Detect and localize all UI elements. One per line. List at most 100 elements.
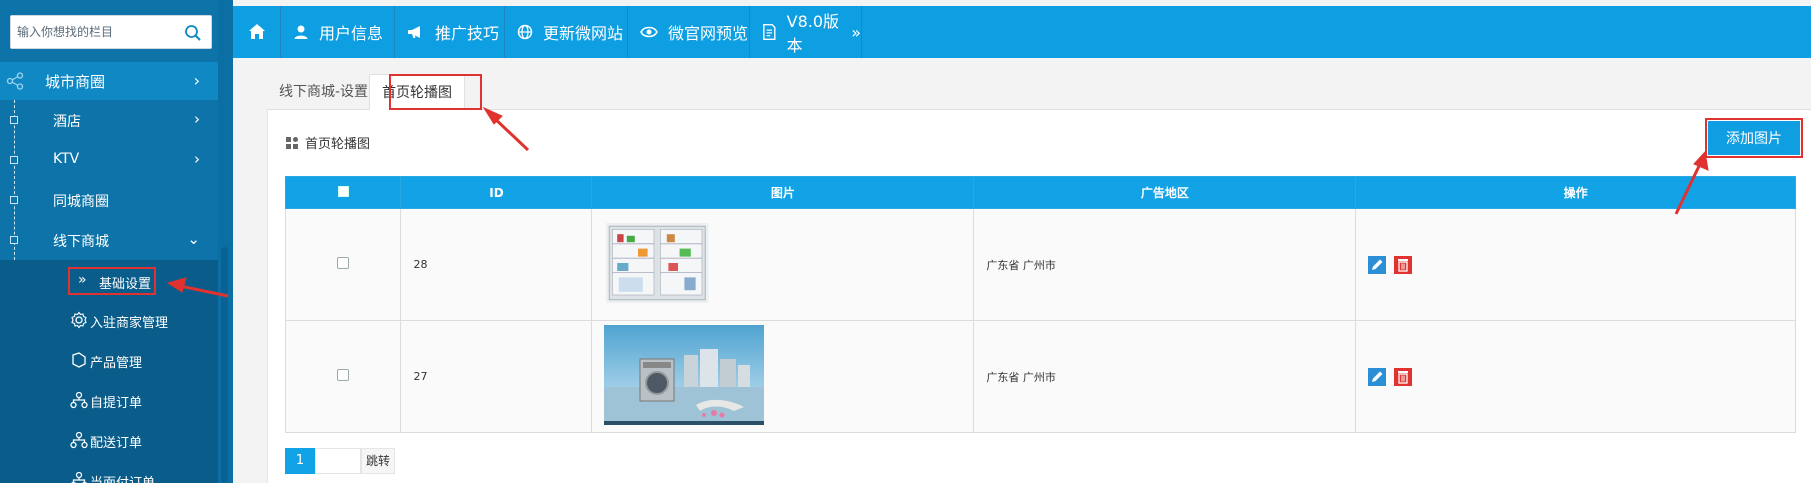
table-row: 28 广东省 广州市: [284, 208, 1796, 321]
sidebar-item-label: 当面付订单: [90, 472, 155, 483]
panel-title: 首页轮播图: [286, 133, 370, 152]
sitemap-icon: [71, 471, 87, 483]
row-image-cell: [591, 320, 975, 433]
top-navigation: 用户信息 推广技巧 更新微网站 微官网预览 V8.0版本 »: [233, 6, 1811, 58]
tree-node-icon: [10, 236, 18, 244]
trash-icon[interactable]: [1393, 367, 1412, 386]
tree-node-icon: [10, 156, 18, 164]
sidebar-item-local-business[interactable]: 同城商圈: [0, 180, 218, 220]
megaphone-icon: [408, 26, 420, 38]
row-id: 28: [400, 208, 593, 321]
row-id: 27: [400, 320, 593, 433]
sidebar-item-label: KTV: [53, 151, 80, 167]
sidebar-item-product-management[interactable]: 产品管理: [0, 340, 218, 380]
nav-label: 用户信息: [319, 24, 384, 43]
nav-promotion-tips[interactable]: 推广技巧: [395, 6, 505, 58]
double-chevron-icon: »: [851, 22, 861, 42]
search-icon[interactable]: [184, 24, 202, 42]
chevron-right-icon: ›: [194, 110, 200, 128]
tabs-bar: 线下商城-设置 首页轮播图: [267, 74, 1811, 110]
trash-icon[interactable]: [1393, 255, 1412, 274]
tag-icon: [72, 352, 86, 368]
home-icon: [248, 24, 265, 39]
double-chevron-icon: »: [78, 272, 87, 288]
add-image-button[interactable]: 添加图片: [1705, 118, 1803, 158]
row-checkbox[interactable]: [337, 369, 350, 381]
row-region: 广东省 广州市: [973, 208, 1357, 321]
nav-label: V8.0版本: [786, 12, 840, 55]
sidebar-scrollbar[interactable]: [221, 247, 228, 483]
sidebar-item-hotel[interactable]: 酒店 ›: [0, 100, 218, 140]
menu-city-business[interactable]: 城市商圈 ›: [0, 62, 218, 100]
carousel-table: ID 图片 广告地区 操作 28 广东省 广州市 27 广东省 广州市: [284, 176, 1796, 433]
sidebar-item-label: 线下商城: [53, 234, 109, 250]
column-header-image: 图片: [591, 176, 975, 209]
column-header-id: ID: [400, 176, 593, 209]
row-actions-cell: [1355, 208, 1796, 321]
page-current[interactable]: 1: [285, 448, 315, 474]
row-checkbox[interactable]: [337, 257, 350, 269]
page-jump-input[interactable]: [315, 448, 361, 474]
sidebar-item-label: 入驻商家管理: [90, 316, 169, 331]
select-all-checkbox[interactable]: [337, 185, 349, 197]
tab-highlight-box: [389, 74, 482, 110]
sitemap-icon: [70, 431, 88, 449]
tree-node-icon: [10, 116, 18, 124]
pagination: 1 跳转: [285, 448, 395, 474]
row-select-cell: [284, 208, 402, 321]
document-icon: [763, 23, 776, 41]
sidebar-item-pickup-orders[interactable]: 自提订单: [0, 380, 218, 420]
home-button[interactable]: [233, 6, 281, 58]
chevron-down-icon: ⌄: [187, 230, 200, 248]
grid-icon: [286, 136, 298, 149]
column-header-region: 广告地区: [973, 176, 1357, 209]
sitemap-icon: [70, 391, 88, 409]
nav-version[interactable]: V8.0版本 »: [750, 6, 862, 58]
page-jump-button[interactable]: 跳转: [361, 448, 395, 474]
edit-icon[interactable]: [1368, 367, 1387, 386]
sidebar-item-offline-mall[interactable]: 线下商城 ⌄: [0, 220, 218, 260]
row-select-cell: [284, 320, 402, 433]
sidebar-item-label: 自提订单: [90, 396, 143, 411]
tab-mall-settings[interactable]: 线下商城-设置: [267, 74, 380, 110]
panel-title-text: 首页轮播图: [305, 137, 371, 152]
user-icon: [294, 25, 308, 39]
nav-update-site[interactable]: 更新微网站: [505, 6, 628, 58]
sidebar-search: [10, 15, 212, 49]
sidebar-item-delivery-orders[interactable]: 配送订单: [0, 420, 218, 460]
sidebar: 城市商圈 › 酒店 › KTV › 同城商圈 线下商城 ⌄ » 基础设置 入驻商…: [0, 0, 233, 483]
nav-label: 微官网预览: [668, 24, 749, 43]
eye-icon: [640, 26, 658, 38]
search-input[interactable]: [11, 16, 176, 48]
gear-icon: [71, 311, 87, 329]
sidebar-item-label: 酒店: [53, 114, 81, 130]
share-icon: [6, 72, 24, 90]
nav-user-info[interactable]: 用户信息: [281, 6, 395, 58]
sidebar-item-label: 同城商圈: [53, 194, 109, 210]
sidebar-item-face-pay-orders[interactable]: 当面付订单: [0, 460, 218, 483]
tree-node-icon: [10, 196, 18, 204]
table-row: 27 广东省 广州市: [284, 320, 1796, 433]
nav-label: 更新微网站: [543, 24, 624, 43]
sidebar-item-basic-settings[interactable]: » 基础设置: [68, 267, 156, 295]
table-header: ID 图片 广告地区 操作: [284, 176, 1796, 209]
sidebar-item-label: 产品管理: [90, 356, 143, 371]
edit-icon[interactable]: [1368, 255, 1387, 274]
row-image-cell: [591, 208, 975, 321]
row-region: 广东省 广州市: [973, 320, 1357, 433]
nav-site-preview[interactable]: 微官网预览: [628, 6, 750, 58]
nav-label: 推广技巧: [435, 24, 500, 43]
chevron-right-icon: ›: [194, 150, 200, 168]
sidebar-item-label: 基础设置: [99, 277, 152, 292]
washing-machine-image: [604, 325, 765, 425]
column-header-actions: 操作: [1355, 176, 1796, 209]
select-all-header: [284, 176, 402, 209]
menu-label: 城市商圈: [45, 73, 106, 91]
refrigerator-image: [606, 223, 709, 303]
sidebar-item-ktv[interactable]: KTV ›: [0, 140, 218, 180]
globe-icon: [517, 24, 533, 40]
sidebar-item-label: 配送订单: [90, 436, 143, 451]
chevron-right-icon: ›: [193, 71, 200, 90]
sidebar-item-merchant-management[interactable]: 入驻商家管理: [0, 300, 218, 340]
tab-label: 线下商城-设置: [279, 84, 369, 100]
